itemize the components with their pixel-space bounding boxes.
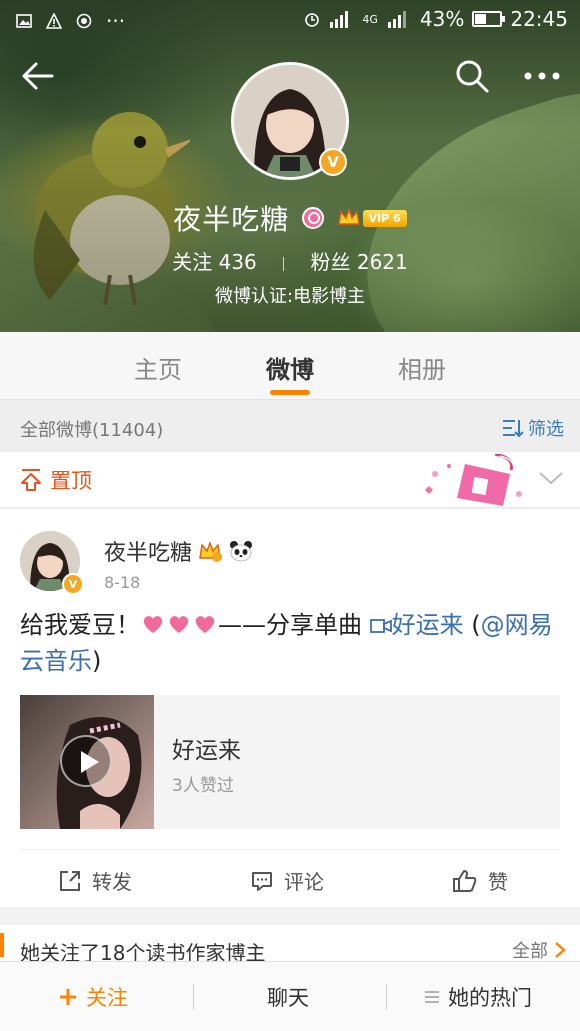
repost-icon — [60, 870, 80, 891]
comment-icon — [252, 871, 272, 891]
pinned-label-group: 置顶 — [20, 465, 92, 495]
post-text: 给我爱豆！ ——分享单曲 好运来 (@网易云音乐) — [20, 607, 565, 679]
certification-text: 微博认证:电影博主 — [214, 286, 366, 307]
profile-name-row: 夜半吃糖 VIP 6 — [0, 198, 580, 238]
search-icon[interactable] — [452, 56, 492, 96]
plus-icon — [60, 989, 76, 1005]
back-arrow-icon[interactable] — [18, 56, 58, 96]
play-icon[interactable] — [60, 735, 112, 787]
signal-icon-2 — [387, 11, 406, 28]
warning-icon — [46, 13, 62, 29]
following-label[interactable]: 关注 — [172, 250, 212, 274]
tab-weibo[interactable]: 微博 — [266, 350, 314, 385]
weibo-filter-row: 全部微博(11404) 筛选 — [0, 400, 580, 452]
music-likes: 3人赞过 — [172, 776, 234, 796]
recommend-all-label: 全部 — [512, 941, 548, 962]
post-text-part: ) — [92, 647, 102, 675]
panda-icon — [230, 541, 253, 562]
comment-button[interactable]: 评论 — [250, 866, 324, 895]
hearts-emoji-icon — [143, 616, 215, 633]
chevron-right-icon — [555, 942, 566, 958]
post-text-part: ( — [463, 611, 481, 639]
music-title: 好运来 — [172, 738, 241, 764]
post-text-part: 给我爱豆！ — [20, 611, 140, 639]
stats-divider — [283, 256, 285, 271]
network-type: 4G — [362, 12, 378, 26]
menu-icon — [425, 991, 439, 1003]
chevron-down-icon[interactable] — [538, 468, 564, 488]
repost-button[interactable]: 转发 — [58, 866, 132, 895]
more-icon[interactable] — [520, 56, 564, 96]
image-notification-icon — [16, 14, 32, 28]
weibo-post: V 夜半吃糖 8-18 给我爱豆！ ——分享单曲 好运来 (@网易云音乐) 好运来… — [0, 509, 580, 907]
post-date: 8-18 — [104, 573, 141, 592]
profile-avatar[interactable]: V — [231, 62, 349, 180]
post-verified-badge: V — [62, 573, 84, 595]
tab-home[interactable]: 主页 — [134, 350, 182, 385]
recommend-row[interactable]: 她关注了18个读书作家博主 全部 — [0, 925, 580, 965]
bottom-divider — [386, 984, 387, 1010]
alarm-icon — [305, 13, 320, 27]
weibo-count: 全部微博(11404) — [20, 420, 164, 441]
vip-badge[interactable]: VIP 6 — [362, 209, 407, 227]
comment-label: 评论 — [284, 870, 324, 894]
followers-label[interactable]: 粉丝 — [311, 250, 351, 274]
post-author-row: 夜半吃糖 — [104, 535, 254, 567]
status-bar: ··· 4G 43% 22:45 — [0, 0, 580, 40]
like-label: 赞 — [488, 870, 508, 894]
filter-button[interactable]: 筛选 — [502, 415, 564, 441]
like-icon — [453, 869, 477, 892]
filter-icon — [503, 420, 524, 438]
her-hot-label: 她的热门 — [448, 986, 532, 1010]
follow-button[interactable]: 关注 — [58, 982, 128, 1012]
album-cover — [20, 695, 154, 829]
signal-icon — [330, 11, 349, 28]
followers-count[interactable]: 2621 — [357, 250, 408, 274]
filter-label: 筛选 — [528, 419, 564, 440]
music-card[interactable]: 好运来 3人赞过 — [20, 695, 560, 829]
more-notifications-icon: ··· — [106, 9, 126, 33]
post-text-part: ——分享单曲 — [218, 611, 370, 639]
crown-icon — [338, 208, 361, 225]
profile-tabs: 主页 微博 相册 — [0, 332, 580, 400]
tab-active-indicator — [270, 390, 310, 395]
post-actions: 转发 评论 赞 — [20, 849, 560, 907]
video-link-icon — [369, 619, 392, 633]
recommend-accent-bar — [0, 933, 4, 957]
repost-label: 转发 — [92, 870, 132, 894]
song-link-text: 好运来 — [391, 611, 464, 639]
song-link[interactable]: 好运来 — [369, 611, 464, 639]
follow-label: 关注 — [86, 986, 128, 1010]
bottom-action-bar: 关注 聊天 她的热门 — [0, 961, 580, 1031]
verified-badge: V — [319, 148, 347, 176]
chat-button[interactable]: 聊天 — [267, 982, 309, 1012]
post-author-name[interactable]: 夜半吃糖 — [104, 535, 192, 567]
tab-album[interactable]: 相册 — [398, 350, 446, 385]
lucky-bag-sticker-icon — [425, 454, 522, 506]
her-hot-button[interactable]: 她的热门 — [424, 982, 532, 1012]
pin-icon — [21, 469, 41, 491]
clock: 22:45 — [510, 7, 568, 31]
battery-icon — [472, 11, 506, 27]
record-icon — [76, 13, 92, 29]
following-count[interactable]: 436 — [219, 250, 257, 274]
crown-icon — [199, 541, 223, 562]
bottom-divider — [193, 984, 194, 1010]
recommend-all-link[interactable]: 全部 — [512, 937, 566, 963]
pinned-label: 置顶 — [50, 469, 92, 493]
gender-female-icon — [302, 207, 325, 229]
profile-name: 夜半吃糖 — [173, 203, 290, 236]
follow-stats: 关注 436 粉丝 2621 — [0, 246, 580, 275]
like-button[interactable]: 赞 — [452, 866, 508, 895]
pinned-row[interactable]: 置顶 — [0, 452, 580, 508]
battery-percent: 43% — [419, 7, 465, 31]
